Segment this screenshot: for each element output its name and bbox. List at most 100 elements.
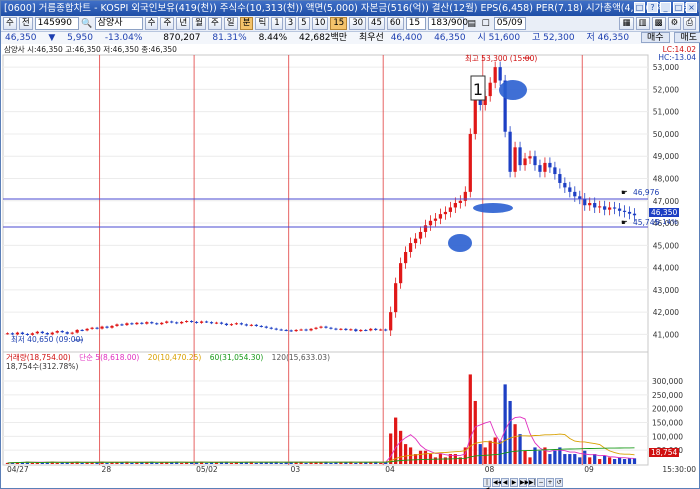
count-input[interactable]: 183/900 — [427, 17, 468, 30]
market-selector[interactable]: 전 — [18, 17, 33, 30]
candle-body — [249, 324, 253, 326]
volume-bar — [229, 462, 234, 464]
period-5-button[interactable]: 5 — [298, 17, 310, 30]
checkbox-icon[interactable]: ☐ — [480, 18, 492, 30]
window-menu-icon[interactable]: □ — [634, 2, 645, 13]
volume-bar — [598, 459, 602, 464]
interval-input[interactable]: 15 — [405, 17, 426, 30]
volume-legend-ma120: 120(15,633.03) — [272, 353, 330, 362]
candle-body — [259, 325, 263, 327]
volume-tick-label: 250,000 — [652, 391, 683, 400]
mode-selector[interactable]: 수 — [3, 17, 17, 30]
nav-zoom-in-button[interactable]: + — [546, 478, 554, 487]
candle-body — [578, 196, 582, 199]
week-button[interactable]: 주 — [207, 17, 222, 30]
chart-area[interactable]: 53,000 52,000 51,000 50,000 49,000 48,000 47,0… — [1, 44, 699, 477]
candle-body — [438, 214, 443, 219]
nav-next-button[interactable]: ▶ — [510, 478, 518, 487]
candle-body — [359, 329, 363, 332]
price-tick-label: 50,000 — [653, 130, 679, 139]
minute-button[interactable]: 분 — [239, 17, 254, 30]
view-button-1[interactable]: 수 — [144, 17, 159, 30]
current-price-value: 46,350 — [5, 33, 37, 43]
period-15-button[interactable]: 15 — [330, 17, 348, 30]
candle-body — [175, 322, 179, 324]
period-30-button[interactable]: 30 — [349, 17, 367, 30]
candle-body — [239, 323, 243, 325]
candle-body — [334, 328, 338, 330]
settings-icon[interactable]: ⚙ — [667, 17, 682, 30]
date-input[interactable]: 05/09 — [493, 17, 526, 30]
current-time: 15:30:00 — [662, 465, 696, 474]
volume-bar — [583, 450, 587, 464]
period-45-button[interactable]: 45 — [368, 17, 385, 30]
buy-button[interactable]: 매수 — [640, 32, 670, 43]
candle-body — [543, 162, 547, 172]
help-icon[interactable]: ? — [647, 2, 658, 13]
close-icon[interactable]: × — [686, 2, 697, 13]
tick-button[interactable]: 틱 — [255, 17, 270, 30]
search-icon[interactable]: 🔍 — [81, 18, 93, 30]
day-button[interactable]: 일 — [223, 17, 238, 30]
layout-icon[interactable]: ▦ — [619, 17, 634, 30]
grid-icon[interactable]: ▩ — [651, 17, 666, 30]
volume-bar — [329, 462, 333, 464]
candle-body — [384, 329, 388, 331]
candle-body — [130, 323, 134, 325]
view-button-2[interactable]: 주 — [160, 17, 175, 30]
candle-body — [418, 231, 423, 239]
sell-button[interactable]: 매도 — [674, 32, 700, 43]
volume-bar — [379, 462, 383, 464]
candle-body — [324, 326, 328, 328]
volume-bar — [538, 450, 542, 464]
nav-prev-page-button[interactable]: ◀◀ — [492, 478, 502, 487]
month-button[interactable]: 월 — [192, 17, 206, 30]
volume-bar — [612, 459, 617, 464]
nav-first-button[interactable]: |◀ — [483, 478, 491, 489]
split-icon[interactable]: ▥ — [635, 17, 650, 30]
quote-bar: 46,350 ▼ 5,950 -13.04% 870,207 81.31% 8.… — [1, 32, 700, 44]
candle-body — [209, 322, 214, 324]
candle-body — [498, 67, 502, 81]
price-tick-label: 49,000 — [653, 152, 679, 161]
title-bar: [0600] 거름종합차트 - KOSPI 외국인보유(419(천)) 주식수(… — [1, 1, 699, 16]
candle-body — [100, 326, 104, 329]
price-tag-upper: 46,976 — [633, 188, 659, 197]
period-60-button[interactable]: 60 — [386, 17, 404, 30]
candle-body — [299, 329, 303, 331]
tool-icon[interactable]: ▤ — [466, 18, 478, 30]
volume-bar — [568, 454, 572, 464]
year-button[interactable]: 년 — [176, 17, 191, 30]
maximize-icon[interactable]: □ — [673, 2, 684, 13]
print-icon[interactable]: ⎙ — [683, 17, 696, 30]
price-tick-label: 42,000 — [653, 308, 679, 317]
period-10-button[interactable]: 10 — [311, 17, 329, 30]
volume-bar — [588, 457, 592, 464]
nav-zoom-out-button[interactable]: − — [537, 478, 545, 487]
volume-bar — [627, 458, 632, 464]
nav-reset-button[interactable]: ↺ — [555, 478, 563, 487]
period-3-button[interactable]: 3 — [284, 17, 297, 30]
price-tick-label: 45,000 — [653, 241, 679, 250]
minimize-icon[interactable]: _ — [660, 2, 671, 13]
candle-body — [448, 207, 453, 212]
volume-bar — [209, 462, 214, 464]
candle-body — [289, 330, 293, 332]
nav-prev-button[interactable]: ◀ — [501, 478, 509, 487]
stock-code-input[interactable]: 145990 — [34, 17, 79, 30]
period-1-button[interactable]: 1 — [271, 17, 283, 30]
volume-bar — [155, 462, 159, 464]
volume-bar — [110, 462, 114, 464]
candle-body — [394, 283, 398, 313]
highlight-ellipse-3 — [499, 80, 527, 100]
candle-body — [165, 321, 169, 323]
volume-legend-ma20: 20(10,470.25) — [148, 353, 202, 362]
nav-next-page-button[interactable]: ▶▶ — [519, 478, 529, 487]
candle-body — [389, 312, 393, 331]
volume-bar — [105, 462, 109, 464]
candle-body — [468, 133, 472, 192]
volume-bar — [593, 454, 597, 464]
nav-last-button[interactable]: ▶| — [528, 478, 536, 487]
candle-body — [408, 243, 413, 252]
candle-body — [523, 158, 527, 166]
